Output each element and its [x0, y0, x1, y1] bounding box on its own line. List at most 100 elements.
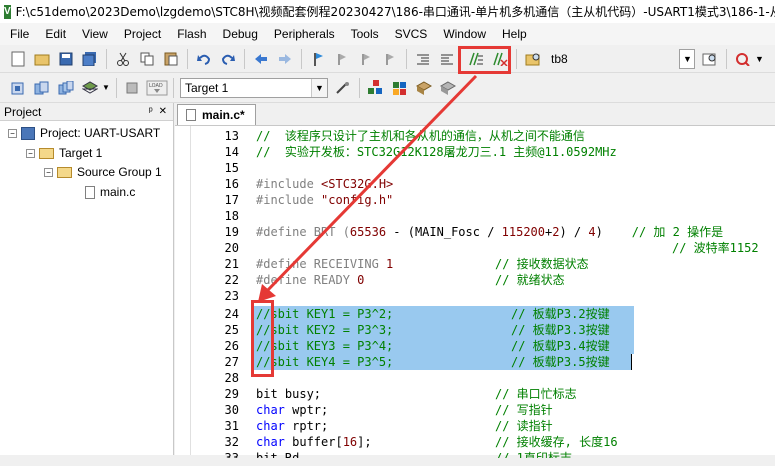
- code-line-21[interactable]: #define RECEIVING 1: [256, 256, 393, 272]
- indent-icon[interactable]: [412, 48, 434, 70]
- menu-debug[interactable]: Debug: [215, 23, 266, 45]
- close-icon[interactable]: ✕: [159, 106, 167, 117]
- tree-group-node[interactable]: − Source Group 1: [44, 165, 162, 179]
- menu-window[interactable]: Window: [435, 23, 494, 45]
- line-number: 14: [224, 145, 239, 159]
- code-line-29-comment[interactable]: // 串口忙标志: [495, 386, 577, 402]
- code-line-22-comment[interactable]: // 就绪状态: [495, 272, 565, 288]
- bookmark-prev-icon[interactable]: [331, 48, 353, 70]
- build-icon[interactable]: [31, 77, 53, 99]
- tab-label: main.c*: [202, 108, 245, 122]
- tree-target-node[interactable]: − Target 1: [26, 146, 102, 160]
- menu-view[interactable]: View: [74, 23, 116, 45]
- uncomment-selection-icon[interactable]: [489, 48, 511, 70]
- line-number: 15: [224, 161, 239, 175]
- bookmark-clear-icon[interactable]: [379, 48, 401, 70]
- target-select[interactable]: Target 1 ▼: [180, 77, 328, 98]
- find-dropdown[interactable]: ▼: [679, 48, 695, 69]
- save-all-icon[interactable]: [79, 48, 101, 70]
- menu-help[interactable]: Help: [494, 23, 535, 45]
- translate-icon[interactable]: [7, 77, 29, 99]
- code-line-30[interactable]: char wptr;: [256, 402, 328, 418]
- collapse-icon[interactable]: −: [26, 148, 35, 158]
- code-line-25[interactable]: //sbit KEY2 = P3^3;: [256, 322, 393, 338]
- open-folder-icon[interactable]: [31, 48, 53, 70]
- toolbar-separator: [406, 48, 407, 69]
- stop-build-icon[interactable]: [122, 77, 144, 99]
- menu-flash[interactable]: Flash: [169, 23, 214, 45]
- tree-file-node[interactable]: main.c: [85, 185, 135, 199]
- code-line-24[interactable]: //sbit KEY1 = P3^2;: [256, 306, 393, 322]
- paste-icon[interactable]: [160, 48, 182, 70]
- tree-project-node[interactable]: − Project: UART-USART: [8, 126, 160, 140]
- editor-tabbar: main.c*: [175, 103, 775, 126]
- pin-icon[interactable]: ᵖ: [149, 106, 153, 117]
- menu-edit[interactable]: Edit: [37, 23, 74, 45]
- new-file-icon[interactable]: [7, 48, 29, 70]
- bookmark-icon[interactable]: [307, 48, 329, 70]
- code-line-31[interactable]: char rptr;: [256, 418, 328, 434]
- code-line-13[interactable]: // 该程序只设计了主机和各从机的通信，从机之间不能通信: [256, 128, 585, 144]
- editor: main.c* 13 14 15 16 17 18 19 20 21 22 23 24 25 26 27 28…: [175, 103, 775, 458]
- code-line-32[interactable]: char buffer[16];: [256, 434, 372, 450]
- batch-build-dropdown[interactable]: ▼: [102, 78, 112, 98]
- app-icon: V: [4, 4, 11, 19]
- menu-file[interactable]: File: [0, 23, 37, 45]
- code-line-27[interactable]: //sbit KEY4 = P3^5;: [256, 354, 393, 370]
- line-number: 33: [224, 451, 239, 465]
- code-line-29[interactable]: bit busy;: [256, 386, 321, 402]
- tab-main-c[interactable]: main.c*: [177, 104, 256, 125]
- download-icon[interactable]: LOAD: [146, 77, 168, 99]
- code-line-24-comment[interactable]: // 板载P3.2按键: [511, 306, 610, 322]
- undo-icon[interactable]: [193, 48, 215, 70]
- code-line-17[interactable]: #include "config.h": [256, 192, 393, 208]
- code-line-19[interactable]: #define BRT (65536 - (MAIN_Fosc / 115200…: [256, 224, 723, 240]
- code-line-16[interactable]: #include <STC32G.H>: [256, 176, 393, 192]
- code-line-26[interactable]: //sbit KEY3 = P3^4;: [256, 338, 393, 354]
- debug-session-icon[interactable]: [732, 48, 754, 70]
- code-line-31-comment[interactable]: // 读指针: [495, 418, 553, 434]
- file-icon: [186, 109, 196, 121]
- select-packs-icon[interactable]: [437, 77, 459, 99]
- toolbar-separator: [116, 77, 117, 98]
- collapse-icon[interactable]: −: [8, 128, 17, 138]
- find-in-files-icon[interactable]: [522, 48, 544, 70]
- code-line-32-comment[interactable]: // 接收缓存, 长度16: [495, 434, 618, 450]
- line-number: 32: [224, 435, 239, 449]
- comment-selection-icon[interactable]: [465, 48, 487, 70]
- code-line-21-comment[interactable]: // 接收数据状态: [495, 256, 589, 272]
- line-number: 31: [224, 419, 239, 433]
- manage-components-icon[interactable]: [365, 77, 387, 99]
- collapse-icon[interactable]: −: [44, 167, 53, 177]
- nav-forward-icon[interactable]: [274, 48, 296, 70]
- find-icon[interactable]: [699, 48, 721, 70]
- menu-tools[interactable]: Tools: [343, 23, 387, 45]
- target-options-icon[interactable]: [332, 77, 354, 99]
- svg-text:LOAD: LOAD: [149, 83, 163, 89]
- rebuild-icon[interactable]: [55, 77, 77, 99]
- save-icon[interactable]: [55, 48, 77, 70]
- pack-installer-icon[interactable]: [413, 77, 435, 99]
- code-line-20[interactable]: // 波特率1152: [672, 240, 759, 256]
- unindent-icon[interactable]: [436, 48, 458, 70]
- code-line-25-comment[interactable]: // 板载P3.3按键: [511, 322, 610, 338]
- code-line-33[interactable]: bit Rd: [256, 450, 299, 458]
- copy-icon[interactable]: [136, 48, 158, 70]
- code-line-33-comment[interactable]: // 1直印标志: [495, 450, 572, 458]
- code-line-30-comment[interactable]: // 写指针: [495, 402, 553, 418]
- code-line-27-comment[interactable]: // 板载P3.5按键: [511, 354, 610, 370]
- nav-back-icon[interactable]: [250, 48, 272, 70]
- redo-icon[interactable]: [217, 48, 239, 70]
- batch-build-icon[interactable]: [79, 77, 101, 99]
- menu-svcs[interactable]: SVCS: [387, 23, 436, 45]
- menu-peripherals[interactable]: Peripherals: [266, 23, 343, 45]
- debug-dropdown[interactable]: ▼: [755, 49, 767, 69]
- cut-icon[interactable]: [112, 48, 134, 70]
- code-line-22[interactable]: #define READY 0: [256, 272, 364, 288]
- menu-project[interactable]: Project: [116, 23, 169, 45]
- file-name: main.c: [100, 185, 136, 199]
- bookmark-next-icon[interactable]: [355, 48, 377, 70]
- file-extensions-icon[interactable]: [389, 77, 411, 99]
- code-line-26-comment[interactable]: // 板载P3.4按键: [511, 338, 610, 354]
- code-line-14[interactable]: // 实验开发板：STC32G12K128屠龙刀三.1 主频@11.0592MH…: [256, 144, 617, 160]
